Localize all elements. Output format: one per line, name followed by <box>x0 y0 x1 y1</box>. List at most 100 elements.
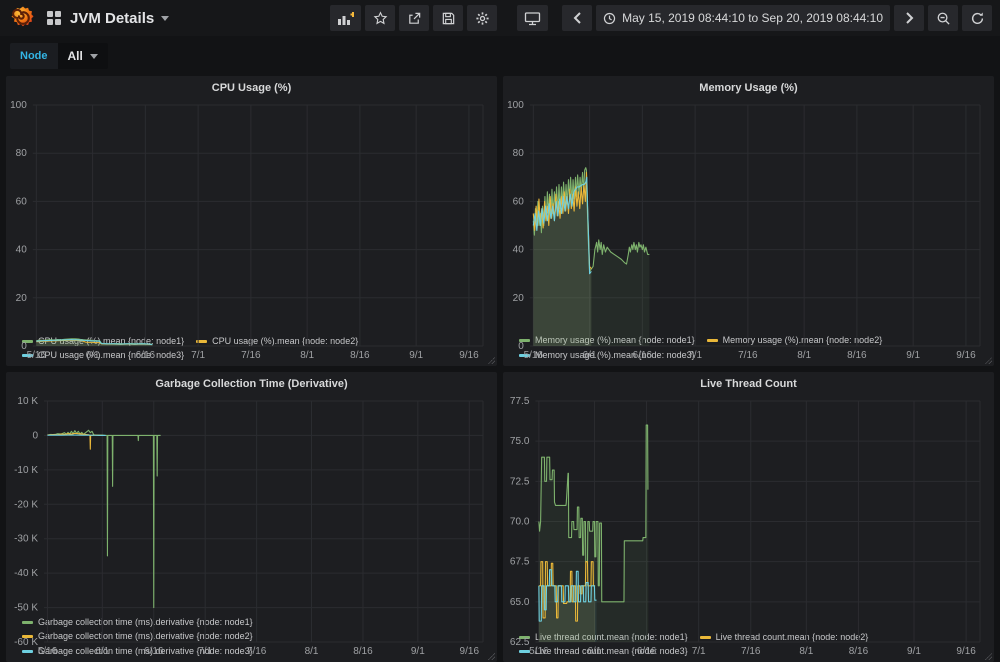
grafana-logo-icon[interactable] <box>10 5 36 31</box>
svg-text:7/16: 7/16 <box>241 350 261 361</box>
dashboards-grid-icon[interactable] <box>46 10 62 26</box>
time-back-button[interactable] <box>562 5 592 31</box>
svg-text:65.0: 65.0 <box>510 597 530 608</box>
panel-title[interactable]: Live Thread Count <box>503 372 994 395</box>
memory-usage-chart[interactable]: 0204060801005/166/16/167/17/168/18/169/1… <box>503 99 994 334</box>
svg-text:8/16: 8/16 <box>847 350 867 361</box>
zoom-out-button[interactable] <box>928 5 958 31</box>
svg-text:6/16: 6/16 <box>637 646 657 657</box>
panel-title[interactable]: Memory Usage (%) <box>503 76 994 99</box>
svg-text:7/16: 7/16 <box>247 646 267 657</box>
svg-text:5/16: 5/16 <box>524 350 544 361</box>
variables-submenu: Node All <box>0 36 1000 74</box>
svg-text:5/16: 5/16 <box>529 646 549 657</box>
settings-button[interactable] <box>467 5 497 31</box>
star-icon <box>373 11 388 26</box>
svg-text:9/1: 9/1 <box>906 350 920 361</box>
refresh-button[interactable] <box>962 5 992 31</box>
svg-text:100: 100 <box>507 100 524 111</box>
svg-text:6/1: 6/1 <box>587 646 601 657</box>
svg-text:6/1: 6/1 <box>86 350 100 361</box>
svg-text:9/16: 9/16 <box>460 646 480 657</box>
svg-text:77.5: 77.5 <box>510 396 530 407</box>
panel-resize-handle[interactable] <box>488 357 495 364</box>
panel-memory-usage: Memory Usage (%) 0204060801005/166/16/16… <box>503 76 994 366</box>
gc-time-chart[interactable]: 10 K0-10 K-20 K-30 K-40 K-50 K-60 K5/166… <box>6 395 497 616</box>
chart-svg-3: 62.565.067.570.072.575.077.55/166/16/167… <box>503 395 994 658</box>
svg-text:-50 K: -50 K <box>14 603 38 614</box>
star-button[interactable] <box>365 5 395 31</box>
svg-text:6/16: 6/16 <box>136 350 156 361</box>
svg-text:5/16: 5/16 <box>27 350 47 361</box>
svg-text:-10 K: -10 K <box>14 465 38 476</box>
svg-text:20: 20 <box>513 293 525 304</box>
chevron-down-icon <box>90 54 98 59</box>
panel-live-thread-count: Live Thread Count 62.565.067.570.072.575… <box>503 372 994 662</box>
time-range-text: May 15, 2019 08:44:10 to Sep 20, 2019 08… <box>622 11 883 25</box>
svg-text:-40 K: -40 K <box>14 568 38 579</box>
svg-text:9/1: 9/1 <box>409 350 423 361</box>
svg-text:75.0: 75.0 <box>510 436 530 447</box>
zoom-out-icon <box>936 11 951 26</box>
add-panel-icon <box>337 11 354 26</box>
svg-text:-60 K: -60 K <box>14 637 38 648</box>
svg-text:5/16: 5/16 <box>38 646 58 657</box>
svg-text:7/16: 7/16 <box>741 646 761 657</box>
svg-text:60: 60 <box>513 196 525 207</box>
gear-icon <box>475 11 490 26</box>
chart-svg-1: 0204060801005/166/16/167/17/168/18/169/1… <box>503 99 994 362</box>
dashboard-grid: CPU Usage (%) 0 20 40 60 80 100 5/16 6/1 6/16 7/1… <box>0 74 1000 662</box>
time-range-button[interactable]: May 15, 2019 08:44:10 to Sep 20, 2019 08… <box>596 5 890 31</box>
chevron-left-icon <box>573 12 582 24</box>
add-panel-button[interactable] <box>330 5 361 31</box>
chart-svg-2: 10 K0-10 K-20 K-30 K-40 K-50 K-60 K5/166… <box>6 395 497 658</box>
svg-text:9/16: 9/16 <box>956 350 976 361</box>
node-variable-label: Node <box>10 43 58 69</box>
refresh-icon <box>970 11 985 26</box>
share-icon <box>407 11 422 26</box>
svg-text:6/1: 6/1 <box>95 646 109 657</box>
svg-text:-20 K: -20 K <box>14 499 38 510</box>
svg-text:8/16: 8/16 <box>350 350 370 361</box>
svg-text:7/16: 7/16 <box>738 350 758 361</box>
panel-title[interactable]: CPU Usage (%) <box>6 76 497 99</box>
svg-text:62.5: 62.5 <box>510 637 530 648</box>
node-variable-value-text: All <box>68 49 83 63</box>
svg-text:6/1: 6/1 <box>583 350 597 361</box>
save-icon <box>441 11 456 26</box>
svg-text:-30 K: -30 K <box>14 534 38 545</box>
panel-title[interactable]: Garbage Collection Time (Derivative) <box>6 372 497 395</box>
svg-text:80: 80 <box>513 148 525 159</box>
panel-resize-handle[interactable] <box>488 653 495 660</box>
chevron-down-icon <box>161 16 169 21</box>
dashboard-title-text: JVM Details <box>70 10 154 27</box>
time-forward-button[interactable] <box>894 5 924 31</box>
chevron-right-icon <box>905 12 914 24</box>
live-thread-count-chart[interactable]: 62.565.067.570.072.575.077.55/166/16/167… <box>503 395 994 631</box>
svg-text:100: 100 <box>10 100 27 111</box>
svg-text:6/16: 6/16 <box>144 646 164 657</box>
monitor-icon <box>524 11 541 26</box>
save-button[interactable] <box>433 5 463 31</box>
share-button[interactable] <box>399 5 429 31</box>
node-variable-value[interactable]: All <box>58 43 108 69</box>
tv-mode-button[interactable] <box>517 5 548 31</box>
svg-text:9/1: 9/1 <box>411 646 425 657</box>
svg-text:6/16: 6/16 <box>633 350 653 361</box>
node-variable-control[interactable]: Node All <box>10 43 108 69</box>
svg-text:8/1: 8/1 <box>305 646 319 657</box>
svg-text:60: 60 <box>16 196 28 207</box>
svg-text:67.5: 67.5 <box>510 557 530 568</box>
svg-text:0: 0 <box>32 430 38 441</box>
panel-resize-handle[interactable] <box>985 653 992 660</box>
svg-text:80: 80 <box>16 148 28 159</box>
cpu-usage-chart[interactable]: 0204060801005/166/16/167/17/168/18/169/1… <box>6 99 497 335</box>
svg-text:40: 40 <box>513 245 525 256</box>
panel-resize-handle[interactable] <box>985 357 992 364</box>
svg-text:20: 20 <box>16 293 28 304</box>
svg-text:8/1: 8/1 <box>799 646 813 657</box>
svg-text:70.0: 70.0 <box>510 517 530 528</box>
svg-text:8/1: 8/1 <box>797 350 811 361</box>
svg-text:9/16: 9/16 <box>459 350 479 361</box>
dashboard-title[interactable]: JVM Details <box>70 10 169 27</box>
